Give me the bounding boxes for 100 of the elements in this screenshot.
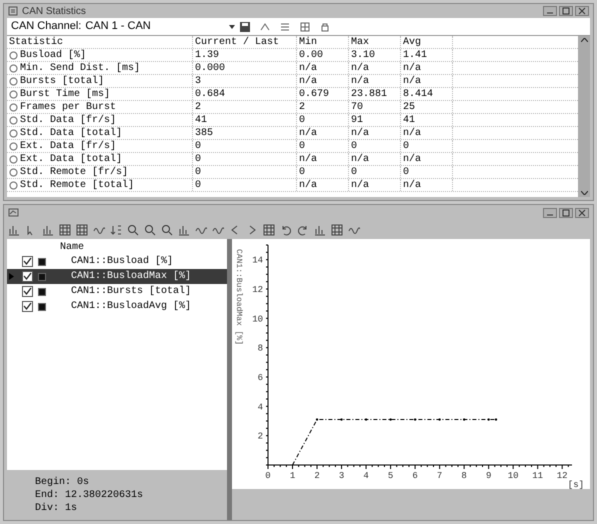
data-point bbox=[462, 418, 466, 421]
data-point bbox=[438, 418, 441, 421]
table-cell-text: 0.00 bbox=[299, 48, 324, 62]
sort-icon[interactable] bbox=[110, 224, 122, 236]
checkbox[interactable] bbox=[22, 301, 33, 312]
x-tick-label: 5 bbox=[388, 471, 394, 481]
list-icon[interactable] bbox=[279, 20, 292, 32]
table-cell-text: 41 bbox=[403, 114, 416, 128]
table-cell-text: 0 bbox=[299, 140, 306, 154]
signal-row[interactable]: CAN1::BusloadMax [%] bbox=[7, 269, 227, 284]
y-tick-label: 12 bbox=[252, 285, 263, 295]
table-cell-text: n/a bbox=[299, 74, 318, 88]
x-axis-title: [s] bbox=[568, 480, 584, 489]
undo-icon[interactable] bbox=[280, 224, 292, 236]
checkbox[interactable] bbox=[22, 286, 33, 297]
scrollbar[interactable] bbox=[578, 36, 590, 197]
bar-chart-icon[interactable] bbox=[314, 224, 326, 236]
column-header: Name bbox=[60, 241, 84, 255]
table-cell-text: n/a bbox=[403, 74, 422, 88]
table-cell-text: n/a bbox=[351, 126, 370, 140]
table-cell-text: Burst Time [ms] bbox=[20, 88, 110, 102]
table-cell-text: Std. Data [total] bbox=[20, 126, 122, 140]
table-cell-text: 25 bbox=[403, 100, 416, 114]
chart-icon[interactable] bbox=[8, 224, 20, 236]
zoom-icon[interactable] bbox=[161, 224, 173, 236]
channel-dropdown[interactable]: CAN 1 - CAN bbox=[85, 18, 236, 35]
x-tick-label: 7 bbox=[436, 471, 442, 481]
redo-icon[interactable] bbox=[297, 224, 309, 236]
table-cell-text: n/a bbox=[351, 178, 370, 192]
caret-icon bbox=[229, 24, 236, 28]
y-tick-label: 2 bbox=[258, 432, 263, 442]
grid-icon[interactable] bbox=[263, 224, 275, 236]
table-cell-text: 41 bbox=[195, 114, 208, 128]
checkbox[interactable] bbox=[22, 256, 33, 267]
x-tick-label: 6 bbox=[412, 471, 418, 481]
table-cell-text: n/a bbox=[351, 152, 370, 166]
table-cell-text: n/a bbox=[403, 62, 422, 76]
color-swatch bbox=[38, 272, 46, 280]
table-cell-text: n/a bbox=[299, 178, 318, 192]
bar-chart-icon[interactable] bbox=[42, 224, 54, 236]
table-cell-text: 0 bbox=[351, 166, 358, 180]
row-pointer-icon bbox=[9, 273, 14, 280]
column-header[interactable]: Avg bbox=[403, 34, 422, 50]
table-cell-text: Ext. Data [total] bbox=[20, 152, 122, 166]
column-header[interactable]: Statistic bbox=[9, 34, 64, 50]
zoom-icon[interactable] bbox=[127, 224, 139, 236]
table-cell-text: 2 bbox=[195, 100, 202, 114]
table-cell-text: Busload [%] bbox=[20, 48, 86, 62]
color-swatch bbox=[38, 258, 46, 266]
channel-label: CAN Channel: bbox=[11, 19, 82, 34]
table-cell-text: 385 bbox=[195, 126, 214, 140]
grid-icon[interactable] bbox=[59, 224, 71, 236]
data-point bbox=[487, 418, 490, 421]
column-header[interactable]: Current / Last bbox=[195, 34, 280, 50]
maximize-icon[interactable] bbox=[559, 6, 573, 16]
x-tick-label: 4 bbox=[363, 471, 369, 481]
zoom-icon[interactable] bbox=[144, 224, 156, 236]
window-title: CAN Statistics bbox=[22, 4, 86, 18]
signal-name: CAN1::Busload [%] bbox=[70, 254, 174, 269]
lock-icon[interactable] bbox=[319, 20, 332, 32]
data-point bbox=[340, 418, 343, 421]
signal-name: CAN1::Bursts [total] bbox=[70, 284, 192, 299]
x-tick-label: 10 bbox=[508, 471, 519, 481]
signal-row[interactable]: CAN1::BusloadAvg [%] bbox=[7, 299, 227, 314]
signal-row[interactable]: CAN1::Busload [%] bbox=[7, 254, 227, 269]
data-point bbox=[414, 418, 416, 421]
range-text: Div: 1s bbox=[35, 502, 78, 514]
data-point bbox=[494, 418, 498, 421]
minimize-icon[interactable] bbox=[543, 208, 557, 218]
data-point bbox=[316, 418, 318, 421]
color-swatch bbox=[38, 288, 46, 296]
table-cell-text: 1.39 bbox=[195, 48, 220, 62]
grid-icon[interactable] bbox=[299, 20, 312, 32]
checkbox[interactable] bbox=[22, 271, 33, 282]
table-cell-text: n/a bbox=[351, 74, 370, 88]
table-cell-text: Ext. Data [fr/s] bbox=[20, 140, 116, 154]
close-icon[interactable] bbox=[575, 208, 589, 218]
table-cell-text: 8.414 bbox=[403, 88, 434, 102]
table-cell-text: Std. Remote [total] bbox=[20, 178, 134, 192]
scroll-down-icon bbox=[580, 191, 588, 195]
column-header[interactable]: Max bbox=[351, 34, 370, 50]
signal-row[interactable]: CAN1::Bursts [total] bbox=[7, 284, 227, 299]
grid-icon[interactable] bbox=[76, 224, 88, 236]
minimize-icon[interactable] bbox=[543, 6, 557, 16]
signal-name: CAN1::BusloadMax [%] bbox=[70, 270, 192, 284]
table-cell-text: 0 bbox=[403, 140, 410, 154]
save-icon[interactable] bbox=[239, 20, 252, 32]
range-text: End: 12.380220631s bbox=[35, 488, 144, 502]
maximize-icon[interactable] bbox=[559, 208, 573, 218]
table-cell-text: 0 bbox=[195, 166, 202, 180]
close-icon[interactable] bbox=[575, 6, 589, 16]
range-text: Begin: 0s bbox=[35, 476, 90, 488]
grid-icon[interactable] bbox=[331, 224, 343, 236]
table-cell-text: 0 bbox=[195, 140, 202, 154]
column-header[interactable]: Min bbox=[299, 34, 318, 50]
table-cell-text: 0 bbox=[195, 152, 202, 166]
table-cell-text: n/a bbox=[403, 178, 422, 192]
x-tick-label: 8 bbox=[461, 471, 467, 481]
bar-chart-icon[interactable] bbox=[178, 224, 190, 236]
graph-window-icon bbox=[8, 208, 20, 218]
